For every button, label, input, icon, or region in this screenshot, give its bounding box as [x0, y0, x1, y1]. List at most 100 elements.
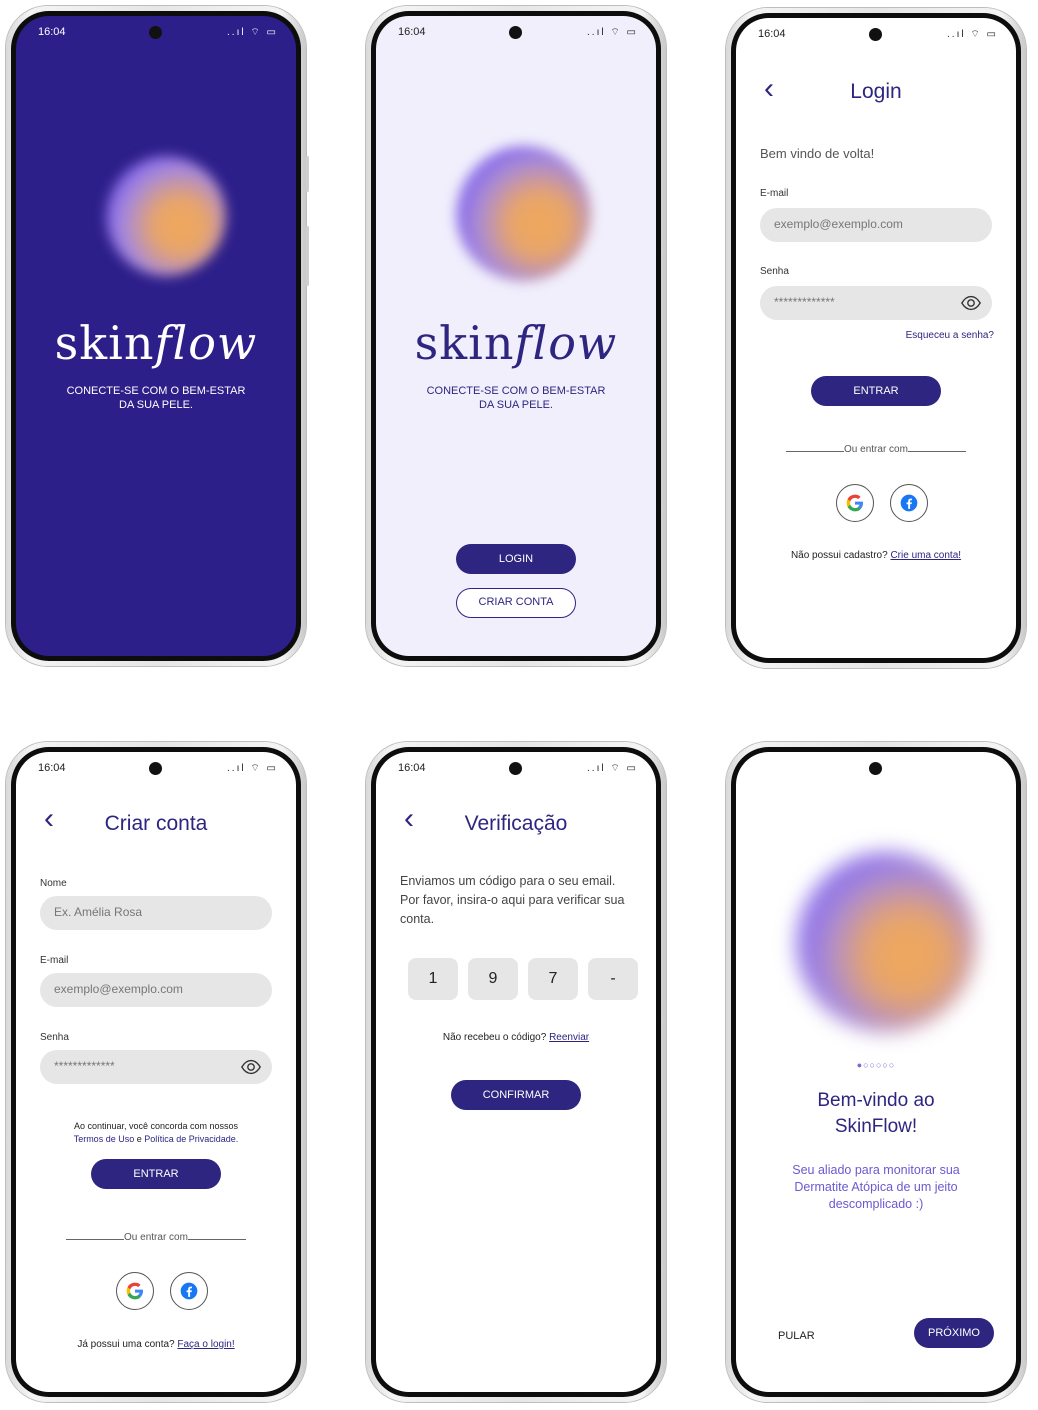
login-submit-button[interactable]: ENTRAR	[811, 376, 941, 406]
status-icons: ..ıl ⌔ ▭	[227, 763, 278, 774]
brand-logo: skinflow	[16, 316, 296, 370]
camera-cutout	[509, 26, 522, 39]
status-time: 16:04	[758, 28, 786, 40]
status-bar: 16:04 ..ıl ⌔ ▭	[16, 752, 296, 780]
status-icons: ..ıl ⌔ ▭	[587, 763, 638, 774]
status-time: 16:04	[38, 762, 66, 774]
create-account-button[interactable]: CRIAR CONTA	[456, 588, 576, 618]
status-icons: ..ıl ⌔ ▭	[587, 27, 638, 38]
terms-of-use-link[interactable]: Termos de Uso	[74, 1134, 135, 1144]
camera-cutout	[509, 762, 522, 775]
signup-submit-button[interactable]: ENTRAR	[91, 1159, 221, 1189]
camera-cutout	[149, 26, 162, 39]
password-field[interactable]: *************	[760, 286, 992, 320]
tagline: CONECTE-SE COM O BEM-ESTAR DA SUA PELE.	[16, 384, 296, 412]
onboarding-orb	[796, 852, 976, 1032]
brand-orb	[106, 156, 226, 276]
page-title: Criar conta	[104, 812, 208, 835]
phone-bezel: 16:04 ..ıl ⌔ ▭ skinflow CONECTE-SE COM O…	[371, 11, 661, 661]
tagline-line-1: CONECTE-SE COM O BEM-ESTAR	[426, 385, 606, 397]
greeting-text: Bem vindo de volta!	[760, 146, 875, 161]
login-link[interactable]: Faça o login!	[177, 1339, 234, 1350]
password-label: Senha	[40, 1032, 69, 1043]
code-digit-3[interactable]: 7	[528, 958, 578, 1000]
welcome-screen: 16:04 ..ıl ⌔ ▭ skinflow CONECTE-SE COM O…	[376, 16, 656, 656]
name-label: Nome	[40, 878, 67, 889]
signup-prompt-text: Não possui cadastro?	[790, 550, 888, 561]
terms-line-2: Termos de Uso e Política de Privacidade.	[16, 1133, 296, 1146]
terms-text: Ao continuar, você concorda com nossos T…	[16, 1120, 296, 1146]
camera-cutout	[149, 762, 162, 775]
facebook-icon	[180, 1282, 198, 1300]
camera-cutout	[869, 28, 882, 41]
page-title: Login	[850, 80, 902, 103]
brand-logo: skinflow	[376, 316, 656, 370]
facebook-button[interactable]	[170, 1272, 208, 1310]
email-field[interactable]: exemplo@exemplo.com	[760, 208, 992, 242]
email-label: E-mail	[760, 188, 789, 199]
status-bar: 16:04 ..ıl ⌔ ▭	[376, 752, 656, 780]
phone-bezel: 16:04 ..ıl ⌔ ▭ ‹ Login Bem vindo de volt…	[731, 13, 1021, 663]
status-bar: 16:04 ..ıl ⌔ ▭	[16, 16, 296, 44]
signup-link[interactable]: Crie uma conta!	[890, 550, 961, 561]
skip-button[interactable]: PULAR	[778, 1330, 815, 1342]
facebook-button[interactable]	[890, 484, 928, 522]
google-icon	[846, 494, 863, 512]
email-field[interactable]: exemplo@exemplo.com	[40, 973, 272, 1007]
phone-bezel: 16:04 ..ıl ⌔ ▭ ‹ Criar conta Nome Ex. Am…	[11, 747, 301, 1397]
login-prompt-text: Já possui uma conta?	[77, 1339, 175, 1350]
next-button[interactable]: PRÓXIMO	[914, 1318, 994, 1348]
google-button[interactable]	[116, 1272, 154, 1310]
status-time: 16:04	[398, 26, 426, 38]
heading-line-2: SkinFlow!	[834, 1116, 918, 1137]
terms-and: e	[134, 1134, 145, 1144]
password-field[interactable]: *************	[40, 1050, 272, 1084]
code-digit-1[interactable]: 1	[408, 958, 458, 1000]
code-digit-4[interactable]: -	[588, 958, 638, 1000]
code-digit-2[interactable]: 9	[468, 958, 518, 1000]
phone-welcome: 16:04 ..ıl ⌔ ▭ skinflow CONECTE-SE COM O…	[366, 6, 666, 666]
tagline-line-2: DA SUA PELE.	[479, 399, 553, 411]
google-button[interactable]	[836, 484, 874, 522]
onboarding-body: Seu aliado para monitorar sua Dermatite …	[792, 1163, 960, 1211]
resend-link[interactable]: Reenviar	[549, 1032, 589, 1043]
resend-prompt: Não recebeu o código? Reenviar	[376, 1032, 656, 1043]
privacy-policy-link[interactable]: Política de Privacidade.	[144, 1134, 238, 1144]
google-icon	[126, 1282, 143, 1300]
name-field[interactable]: Ex. Amélia Rosa	[40, 896, 272, 930]
eye-icon[interactable]	[240, 1056, 262, 1078]
password-label: Senha	[760, 266, 789, 277]
phone-bezel: 16:04 ..ıl ⌔ ▭ ‹ Verificação Enviamos um…	[371, 747, 661, 1397]
status-bar: 16:04 ..ıl ⌔ ▭	[736, 18, 1016, 46]
verify-screen: 16:04 ..ıl ⌔ ▭ ‹ Verificação Enviamos um…	[376, 752, 656, 1392]
heading-line-1: Bem-vindo ao	[817, 1090, 935, 1111]
signup-prompt: Não possui cadastro? Crie uma conta!	[736, 550, 1016, 561]
tagline: CONECTE-SE COM O BEM-ESTAR DA SUA PELE.	[376, 384, 656, 412]
tagline-line-1: CONECTE-SE COM O BEM-ESTAR	[66, 385, 246, 397]
status-bar: 16:04 ..ıl ⌔ ▭	[376, 16, 656, 44]
alt-login-divider: Ou entrar com	[66, 1232, 246, 1243]
brand-part-b: flow	[514, 316, 618, 370]
page-indicator: ●○○○○○	[856, 1060, 896, 1070]
password-value: *************	[774, 295, 835, 309]
forgot-password-link[interactable]: Esqueceu a senha?	[906, 330, 994, 341]
onboarding-screen: ●○○○○○ Bem-vindo ao SkinFlow! Seu aliado…	[736, 752, 1016, 1392]
page-title: Verificação	[464, 812, 568, 835]
brand-part-a: skin	[414, 316, 515, 370]
signup-screen: 16:04 ..ıl ⌔ ▭ ‹ Criar conta Nome Ex. Am…	[16, 752, 296, 1392]
login-button[interactable]: LOGIN	[456, 544, 576, 574]
status-time: 16:04	[398, 762, 426, 774]
side-button	[306, 226, 309, 286]
splash-screen: 16:04 ..ıl ⌔ ▭ skinflow CONECTE-SE COM O…	[16, 16, 296, 656]
camera-cutout	[869, 762, 882, 775]
brand-orb	[456, 146, 591, 281]
brand-part-b: flow	[154, 316, 258, 370]
verify-message: Enviamos um código para o seu email. Por…	[400, 874, 625, 926]
confirm-button[interactable]: CONFIRMAR	[451, 1080, 581, 1110]
brand-part-a: skin	[54, 316, 155, 370]
eye-icon[interactable]	[960, 292, 982, 314]
phone-bezel: 16:04 ..ıl ⌔ ▭ skinflow CONECTE-SE COM O…	[11, 11, 301, 661]
onboarding-heading: Bem-vindo ao SkinFlow!	[736, 1088, 1016, 1140]
status-time: 16:04	[38, 26, 66, 38]
login-prompt: Já possui uma conta? Faça o login!	[16, 1339, 296, 1350]
